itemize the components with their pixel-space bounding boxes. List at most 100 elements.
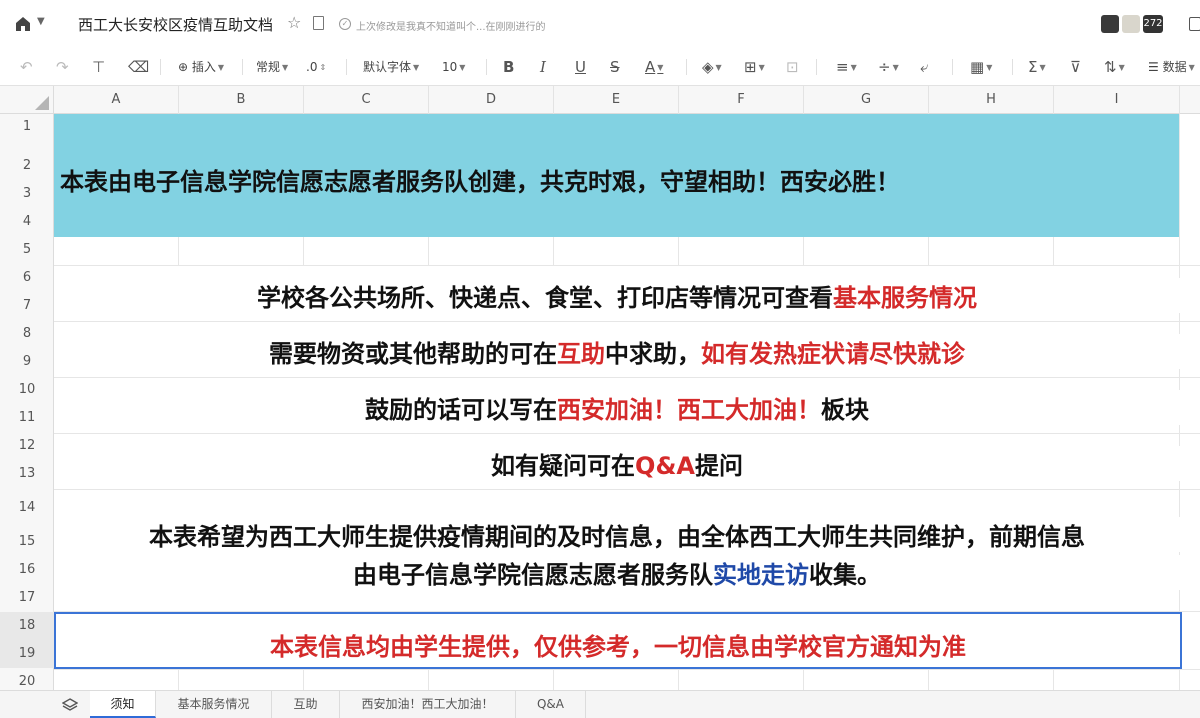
text: 需要物资或其他帮助的可在 xyxy=(269,340,557,368)
info-line-encourage[interactable]: 鼓励的话可以写在西安加油！西工大加油！板块 xyxy=(54,390,1180,425)
strikethrough-icon[interactable]: S xyxy=(610,57,620,77)
info-line-help[interactable]: 需要物资或其他帮助的可在互助中求助，如有发热症状请尽快就诊 xyxy=(54,334,1180,369)
info-line-qa[interactable]: 如有疑问可在Q&A提问 xyxy=(54,446,1180,481)
toolbar: ↶ ↷ ⊤ ⌫ ⊕ 插入 ▼ 常规 ▼ .0 ⇕ 默认字体 ▼ 10 ▼ B I U S … xyxy=(0,48,1200,86)
home-dropdown-icon[interactable]: ▼ xyxy=(37,16,45,27)
decimal-places-stepper[interactable]: .0 ⇕ xyxy=(306,57,326,77)
wrap-text-icon[interactable]: ⤶ xyxy=(920,57,928,77)
row-header-19[interactable]: 19 xyxy=(0,640,54,668)
highlight-text: 互助 xyxy=(557,340,605,368)
plus-circle-icon: ⊕ xyxy=(178,60,192,74)
column-header-g[interactable]: G xyxy=(804,86,929,114)
filter-icon[interactable]: ⊽ xyxy=(1070,57,1081,77)
row-header-7[interactable]: 7 xyxy=(0,298,54,313)
file-info-icon[interactable] xyxy=(313,16,324,30)
undo-icon[interactable]: ↶ xyxy=(20,57,33,77)
data-menu[interactable]: ☰ 数据 ▼ xyxy=(1148,57,1195,77)
row-header-8[interactable]: 8 xyxy=(0,326,54,341)
redo-icon[interactable]: ↷ xyxy=(56,57,69,77)
text: 由电子信息学院信愿志愿者服务队 xyxy=(353,561,713,589)
avatar[interactable] xyxy=(1101,15,1119,33)
banner-cell[interactable]: 本表由电子信息学院信愿志愿者服务队创建，共克时艰，守望相助！西安必胜！ xyxy=(54,114,1179,237)
row-header: 1 2 3 4 5 6 7 8 9 10 11 12 13 14 15 16 1… xyxy=(0,114,54,690)
divider xyxy=(952,59,953,75)
sheet-tab-qa[interactable]: Q&A xyxy=(516,691,586,718)
column-header-c[interactable]: C xyxy=(304,86,429,114)
info-line-purpose[interactable]: 本表希望为西工大师生提供疫情期间的及时信息，由全体西工大师生共同维护，前期信息 xyxy=(54,517,1180,552)
underline-icon[interactable]: U xyxy=(575,57,586,77)
divider xyxy=(346,59,347,75)
row-header-13[interactable]: 13 xyxy=(0,466,54,481)
row-header-11[interactable]: 11 xyxy=(0,410,54,425)
info-line-services[interactable]: 学校各公共场所、快递点、食堂、打印店等情况可查看基本服务情况 xyxy=(54,278,1180,313)
layers-icon[interactable] xyxy=(62,697,78,713)
column-header-h[interactable]: H xyxy=(929,86,1054,114)
row-header-4[interactable]: 4 xyxy=(0,214,54,229)
divider xyxy=(486,59,487,75)
horizontal-align-icon[interactable]: ≡ ▼ xyxy=(836,57,857,77)
bold-icon[interactable]: B xyxy=(503,57,514,77)
column-header-f[interactable]: F xyxy=(679,86,804,114)
number-format-select[interactable]: 常规 ▼ xyxy=(256,57,288,77)
column-header-d[interactable]: D xyxy=(429,86,554,114)
avatar[interactable] xyxy=(1122,15,1140,33)
row-header-20[interactable]: 20 xyxy=(0,674,54,689)
selected-notice-cell[interactable]: 本表信息均由学生提供，仅供参考，一切信息由学校官方通知为准 xyxy=(54,612,1182,669)
sum-icon[interactable]: Σ ▼ xyxy=(1028,57,1046,77)
star-icon[interactable]: ☆ xyxy=(287,13,301,32)
vertical-align-icon[interactable]: ÷ ▼ xyxy=(878,57,899,77)
clear-format-icon[interactable]: ⌫ xyxy=(128,57,149,77)
sheet-tab-notice[interactable]: 须知 xyxy=(90,691,156,718)
column-header-e[interactable]: E xyxy=(554,86,679,114)
row-header-14[interactable]: 14 xyxy=(0,500,54,515)
home-icon[interactable] xyxy=(14,15,32,33)
row-header-10[interactable]: 10 xyxy=(0,382,54,397)
sheet-tab-cheer[interactable]: 西安加油！西工大加油！ xyxy=(340,691,516,718)
row-header-9[interactable]: 9 xyxy=(0,354,54,369)
highlight-text: 西安加油！西工大加油！ xyxy=(557,396,821,424)
fill-color-icon[interactable]: ◈ ▼ xyxy=(702,57,722,77)
data-icon: ☰ xyxy=(1148,60,1163,74)
font-size-label: 10 xyxy=(442,60,458,74)
saved-check-icon: ✓ xyxy=(339,18,351,30)
sort-icon[interactable]: ⇅ ▼ xyxy=(1104,57,1125,77)
column-header: A B C D E F G H I xyxy=(0,86,1200,114)
font-color-icon[interactable]: A ▼ xyxy=(645,57,663,77)
column-header-b[interactable]: B xyxy=(179,86,304,114)
text: 鼓励的话可以写在 xyxy=(365,396,557,424)
row-header-16[interactable]: 16 xyxy=(0,562,54,577)
text: 如有疑问可在 xyxy=(491,452,636,480)
font-size-select[interactable]: 10 ▼ xyxy=(442,57,465,77)
row-header-18[interactable]: 18 xyxy=(0,612,54,640)
document-title[interactable]: 西工大长安校区疫情互助文档 xyxy=(78,14,273,35)
select-all-corner[interactable] xyxy=(0,86,54,114)
column-header-i[interactable]: I xyxy=(1054,86,1180,114)
borders-icon[interactable]: ⊞ ▼ xyxy=(744,57,765,77)
row-header-1[interactable]: 1 xyxy=(0,119,54,134)
highlight-text: 如有发热症状请尽快就诊 xyxy=(701,340,965,368)
text: 本表希望为西工大师生提供疫情期间的及时信息，由全体西工大师生共同维护，前期信息 xyxy=(149,523,1085,551)
row-header-3[interactable]: 3 xyxy=(0,186,54,201)
row-header-12[interactable]: 12 xyxy=(0,438,54,453)
insert-button[interactable]: ⊕ 插入 ▼ xyxy=(178,57,224,77)
panel-icon[interactable] xyxy=(1189,17,1200,31)
font-family-select[interactable]: 默认字体 ▼ xyxy=(363,57,419,77)
divider xyxy=(1012,59,1013,75)
row-header-15[interactable]: 15 xyxy=(0,534,54,549)
freeze-icon[interactable]: ▦ ▼ xyxy=(970,57,992,77)
format-painter-icon[interactable]: ⊤ xyxy=(92,57,105,77)
italic-icon[interactable]: I xyxy=(540,57,546,77)
highlight-text: Q&A xyxy=(635,452,695,480)
data-label: 数据 xyxy=(1162,60,1187,74)
save-status[interactable]: 上次修改是我真不知道叫个...在刚刚进行的 xyxy=(356,18,546,33)
merge-cells-icon[interactable]: ⊡ xyxy=(786,57,799,77)
info-line-source[interactable]: 由电子信息学院信愿志愿者服务队实地走访收集。 xyxy=(54,555,1180,590)
row-header-5[interactable]: 5 xyxy=(0,242,54,257)
sheet-tab-services[interactable]: 基本服务情况 xyxy=(156,691,272,718)
column-header-a[interactable]: A xyxy=(54,86,179,114)
row-header-2[interactable]: 2 xyxy=(0,158,54,173)
collaborator-count[interactable]: 272 xyxy=(1143,15,1163,33)
row-header-17[interactable]: 17 xyxy=(0,590,54,605)
sheet-tab-help[interactable]: 互助 xyxy=(272,691,340,718)
row-header-6[interactable]: 6 xyxy=(0,270,54,285)
